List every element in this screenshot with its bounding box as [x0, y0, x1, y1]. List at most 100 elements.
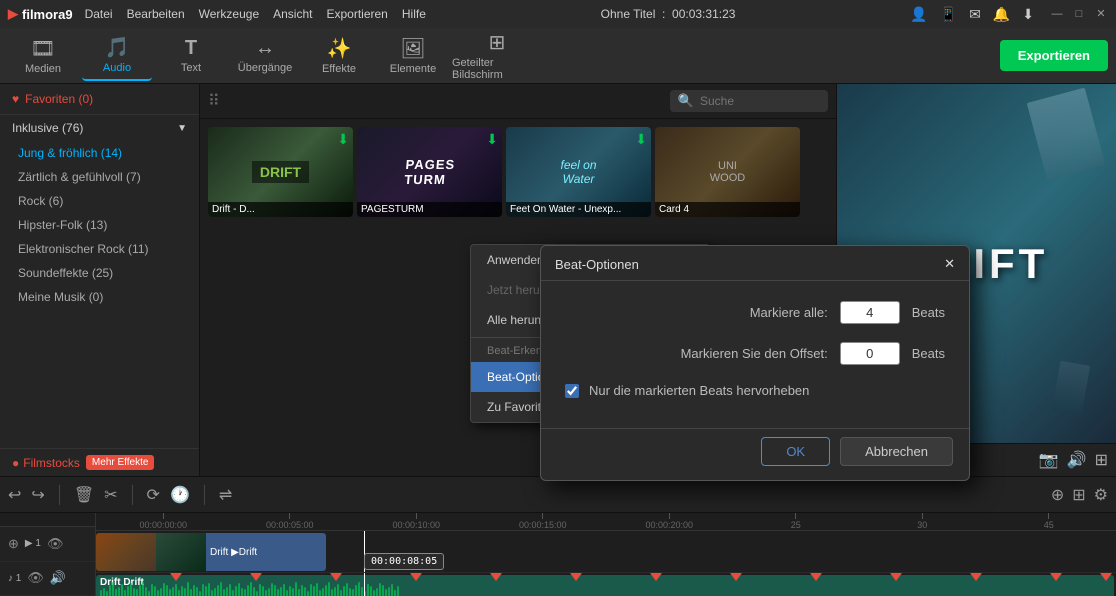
preview-ctrl-buttons: 📷 🔊 ⊞ [1039, 450, 1108, 470]
waveform-bar [112, 582, 114, 596]
menu-ansicht[interactable]: Ansicht [273, 7, 312, 21]
toolbar-text[interactable]: T Text [156, 31, 226, 81]
cancel-button[interactable]: Abbrechen [840, 437, 953, 466]
sidebar-favorites[interactable]: ♥ Favoriten (0) [0, 84, 199, 115]
video-track[interactable]: Drift ▶Drift 00:00:08:05 [96, 531, 1116, 573]
download-icon[interactable]: ⬇ [1022, 6, 1034, 23]
clip-thumbnail-2 [156, 533, 206, 571]
sidebar-item-soundeffekte[interactable]: Soundeffekte (25) [0, 261, 199, 285]
maximize-button[interactable]: □ [1072, 7, 1086, 21]
waveform-bar [202, 584, 204, 596]
toolbar-medien[interactable]: 🎞 Medien [8, 31, 78, 81]
sidebar-item-zartlich[interactable]: Zärtlich & gefühlvoll (7) [0, 165, 199, 189]
ok-button[interactable]: OK [761, 437, 830, 466]
bell-icon[interactable]: 🔔 [993, 6, 1010, 23]
ruler-time: 00:00:05:00 [266, 520, 314, 530]
video-track-add-icon[interactable]: ⊕ [8, 536, 19, 552]
toolbar-elemente[interactable]: 🖼 Elemente [378, 31, 448, 81]
snapshot-icon[interactable]: 📷 [1039, 450, 1059, 470]
speaker-icon[interactable]: 🔊 [1067, 450, 1087, 470]
waveform-bar [151, 584, 153, 596]
media-card-wood[interactable]: UNIWOOD Card 4 [655, 127, 800, 217]
waveform-bar [265, 590, 267, 596]
clip-inner: Drift ▶Drift [206, 533, 326, 571]
sidebar-item-elektronisch[interactable]: Elektronischer Rock (11) [0, 237, 199, 261]
video-track-eye-icon[interactable]: 👁 [47, 536, 64, 552]
ruler-tick [922, 513, 923, 519]
audio-track-eye-icon[interactable]: 👁 [27, 570, 44, 586]
menu-datei[interactable]: Datei [85, 7, 113, 21]
waveform-bar [367, 584, 369, 596]
filmstocks-label[interactable]: ● Filmstocks [12, 456, 80, 470]
titlebar-menu: Datei Bearbeiten Werkzeuge Ansicht Expor… [85, 7, 426, 21]
waveform-bar [304, 587, 306, 596]
sidebar-item-hipster[interactable]: Hipster-Folk (13) [0, 213, 199, 237]
clip-label: Drift ▶Drift [210, 547, 257, 558]
effekte-label: Effekte [322, 63, 356, 75]
ruler-tick [163, 513, 164, 519]
clock-button[interactable]: 🕐 [170, 485, 190, 505]
beat-markiere-row: Markiere alle: Beats [565, 301, 945, 324]
media-card-pagesturm[interactable]: PAGESTURM ⬇ PAGESTURM [357, 127, 502, 217]
audio-track-id: ♪ 1 [8, 573, 21, 584]
highlight-checkbox[interactable] [565, 384, 579, 398]
toolbar-ubergange[interactable]: ↔ Übergänge [230, 31, 300, 81]
media-card-drift[interactable]: DRIFT ⬇ Drift - D... [208, 127, 353, 217]
redo-button[interactable]: ↪ [31, 485, 44, 505]
waveform-bar [313, 586, 315, 596]
minimize-button[interactable]: — [1050, 7, 1064, 21]
user-icon[interactable]: 👤 [910, 6, 927, 23]
toolbar-geteilter[interactable]: ⊞ Geteilter Bildschirm [452, 31, 542, 81]
elemente-label: Elemente [390, 63, 436, 75]
layout-icon[interactable]: ⊞ [1095, 450, 1108, 470]
waveform-bar [280, 587, 282, 596]
text-icon: T [185, 37, 197, 60]
toolbar-effekte[interactable]: ✨ Effekte [304, 31, 374, 81]
audio-clip-drift[interactable]: Drift Drift [96, 575, 1114, 596]
close-button[interactable]: ✕ [1094, 7, 1108, 21]
waveform-bar [337, 584, 339, 596]
export-button[interactable]: Exportieren [1000, 40, 1108, 71]
beat-dialog-close-button[interactable]: ✕ [944, 256, 955, 272]
beat-dialog-title: Beat-Optionen [555, 257, 639, 272]
offset-input[interactable] [840, 342, 900, 365]
beat-marker-12 [1050, 573, 1062, 581]
download-indicator: ⬇ [337, 131, 349, 148]
menu-werkzeuge[interactable]: Werkzeuge [199, 7, 259, 21]
track-layout-button[interactable]: ⊞ [1072, 485, 1085, 505]
menu-exportieren[interactable]: Exportieren [326, 7, 387, 21]
toolbar-audio[interactable]: 🎵 Audio [82, 31, 152, 81]
menu-bearbeiten[interactable]: Bearbeiten [127, 7, 185, 21]
adjust-button[interactable]: ⇌ [219, 485, 232, 505]
search-input[interactable] [700, 94, 820, 108]
beat-dialog: Beat-Optionen ✕ Markiere alle: Beats Mar… [540, 245, 970, 481]
content-toolbar: ⠿ 🔍 [200, 84, 836, 119]
sidebar-item-jung[interactable]: Jung & fröhlich (14) [0, 141, 199, 165]
undo-button[interactable]: ↩ [8, 485, 21, 505]
more-effects-button[interactable]: Mehr Effekte [86, 455, 155, 470]
audio-track[interactable]: Drift Drift [96, 573, 1116, 596]
menu-hilfe[interactable]: Hilfe [402, 7, 426, 21]
waveform-bar [115, 589, 117, 596]
waveform-bar [178, 590, 180, 596]
card-label: Drift - D... [208, 202, 353, 217]
audio-track-mute-icon[interactable]: 🔊 [50, 570, 66, 586]
mail-icon[interactable]: ✉ [969, 6, 981, 23]
search-icon: 🔍 [678, 93, 694, 109]
sidebar-section-inklusive[interactable]: Inklusive (76) ▼ [0, 115, 199, 141]
beat-marker-13 [1100, 573, 1112, 581]
loop-button[interactable]: ⟳ [147, 485, 160, 505]
media-card-feetonwater[interactable]: feel onWater ⬇ Feet On Water - Unexp... [506, 127, 651, 217]
sidebar-item-meinemusik[interactable]: Meine Musik (0) [0, 285, 199, 309]
cut-button[interactable]: ✂ [104, 485, 117, 505]
track-settings-button[interactable]: ⚙ [1094, 485, 1108, 505]
phone-icon[interactable]: 📱 [940, 6, 957, 23]
sidebar-item-rock[interactable]: Rock (6) [0, 189, 199, 213]
add-track-button[interactable]: ⊕ [1051, 485, 1064, 505]
delete-button[interactable]: 🗑 [74, 485, 94, 505]
project-time: 00:03:31:23 [672, 7, 735, 21]
waveform-bar [244, 589, 246, 596]
elemente-icon: 🖼 [400, 36, 425, 61]
video-clip-drift[interactable]: Drift ▶Drift [96, 533, 326, 571]
markiere-alle-input[interactable] [840, 301, 900, 324]
